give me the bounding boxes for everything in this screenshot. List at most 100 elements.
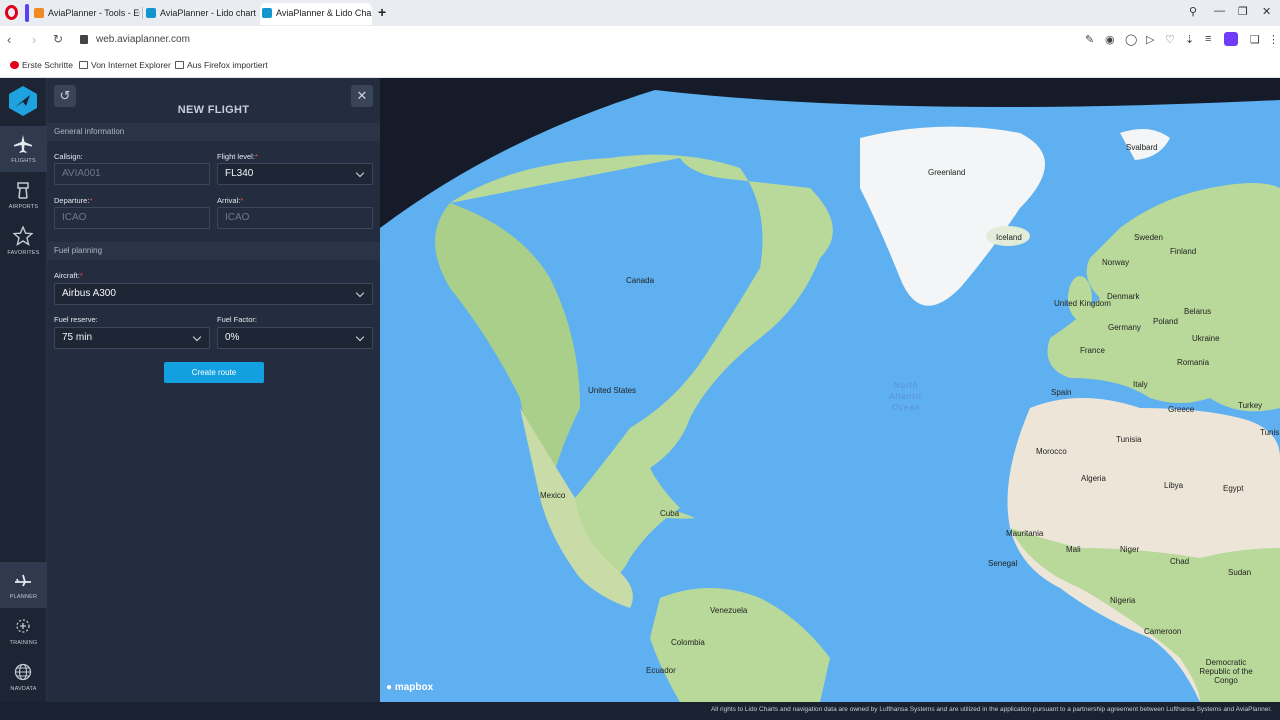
sidebar-item-label: FLIGHTS bbox=[11, 158, 36, 164]
sidebar-item-label: AIRPORTS bbox=[8, 204, 39, 210]
plane-icon bbox=[14, 135, 32, 153]
sidebar-item-planner[interactable]: PLANNER bbox=[0, 562, 47, 608]
sidebar-item-flights[interactable]: FLIGHTS bbox=[0, 126, 47, 172]
ocean-label: North Atlantic Ocean bbox=[888, 381, 924, 412]
tab-label: AviaPlanner - Lido charts bbox=[160, 8, 256, 18]
training-icon bbox=[16, 619, 30, 633]
section-fuel-planning: Fuel planning bbox=[47, 242, 380, 260]
map-view[interactable]: Svalbard Greenland Iceland Sweden Finlan… bbox=[380, 78, 1280, 702]
tab-active[interactable]: AviaPlanner & Lido Charts bbox=[260, 3, 372, 25]
sidebar-item-favorites[interactable]: FAVORITES bbox=[0, 218, 47, 264]
download-icon[interactable]: ⇣ bbox=[1185, 33, 1194, 46]
back-icon[interactable]: ‹ bbox=[7, 32, 11, 47]
fuel-reserve-value: 75 min bbox=[62, 332, 93, 343]
airport-tower-icon bbox=[17, 182, 29, 199]
aviaplanner-logo-icon[interactable] bbox=[9, 86, 37, 116]
map-label: Ecuador bbox=[646, 666, 676, 675]
map-canvas bbox=[380, 90, 1280, 702]
extensions-icon[interactable]: ❏ bbox=[1250, 33, 1260, 46]
sidebar-item-label: FAVORITES bbox=[7, 250, 40, 256]
bookmark-label: Erste Schritte bbox=[22, 60, 74, 70]
tab-search-icon[interactable]: ⚲ bbox=[1189, 5, 1197, 18]
bookmark-item[interactable]: Erste Schritte bbox=[10, 60, 73, 70]
bookmark-folder[interactable]: Aus Firefox importiert bbox=[175, 60, 268, 70]
new-tab-button[interactable]: + bbox=[378, 4, 386, 20]
departure-input[interactable]: ICAO bbox=[54, 207, 210, 229]
map-label: Chad bbox=[1170, 557, 1190, 566]
map-label: Algeria bbox=[1081, 474, 1106, 483]
url-field[interactable]: web.aviaplanner.com bbox=[96, 34, 190, 45]
arrival-placeholder: ICAO bbox=[225, 212, 250, 223]
map-label: Spain bbox=[1051, 388, 1072, 397]
play-icon[interactable]: ▷ bbox=[1146, 33, 1154, 46]
map-label: Poland bbox=[1153, 317, 1178, 326]
bookmark-folder[interactable]: Von Internet Explorer bbox=[79, 60, 171, 70]
minimize-icon[interactable]: — bbox=[1214, 5, 1225, 17]
map-label: Sudan bbox=[1228, 568, 1252, 577]
fuel-factor-value: 0% bbox=[225, 332, 240, 343]
tab-favicon-icon bbox=[146, 8, 156, 18]
map-label: Mali bbox=[1066, 545, 1081, 554]
attribution-text: All rights to Lido Charts and navigation… bbox=[710, 706, 1272, 713]
map-label: Turkey bbox=[1238, 401, 1263, 410]
tab-lido-charts[interactable]: AviaPlanner - Lido charts bbox=[144, 3, 256, 25]
map-label: Cameroon bbox=[1144, 627, 1182, 636]
callsign-label: Callsign: bbox=[54, 152, 83, 161]
map-label: France bbox=[1080, 346, 1105, 355]
map-label: United Kingdom bbox=[1054, 299, 1111, 308]
menu-icon[interactable]: ≡ bbox=[1205, 33, 1211, 45]
map-label: Senegal bbox=[988, 559, 1018, 568]
map-label: Venezuela bbox=[710, 606, 748, 615]
fuel-factor-label: Fuel Factor: bbox=[217, 315, 258, 324]
aviaplanner-app: FLIGHTS AIRPORTS FAVORITES PLANNER TRAIN… bbox=[0, 78, 1280, 720]
forward-icon[interactable]: › bbox=[32, 32, 36, 47]
mapbox-logo[interactable]: ● mapbox bbox=[386, 682, 433, 693]
departure-label: Departure:* bbox=[54, 196, 93, 205]
departure-placeholder: ICAO bbox=[62, 212, 87, 223]
reload-icon[interactable]: ↻ bbox=[53, 32, 63, 46]
edit-icon[interactable]: ✎ bbox=[1085, 33, 1094, 46]
map-label: Ukraine bbox=[1192, 334, 1220, 343]
more-icon[interactable]: ⋮ bbox=[1268, 33, 1279, 46]
map-label: Denmark bbox=[1107, 292, 1140, 301]
map-label: Italy bbox=[1133, 380, 1148, 389]
map-label: Norway bbox=[1102, 258, 1130, 267]
map-label: Greenland bbox=[928, 168, 966, 177]
map-label: Democratic Republic of the Congo bbox=[1199, 658, 1253, 685]
sidebar-item-training[interactable]: TRAINING bbox=[0, 608, 47, 654]
section-general-information: General information bbox=[47, 123, 380, 141]
tab-tools[interactable]: AviaPlanner - Tools - Euler bbox=[32, 3, 140, 25]
sidebar-item-navdata[interactable]: NAVDATA bbox=[0, 654, 47, 700]
sidebar-item-label: TRAINING bbox=[9, 640, 38, 646]
map-label: Niger bbox=[1120, 545, 1140, 554]
camera-icon[interactable]: ◉ bbox=[1105, 33, 1115, 46]
heart-icon[interactable]: ♡ bbox=[1165, 33, 1175, 46]
flight-level-value: FL340 bbox=[225, 168, 254, 179]
chevron-down-icon bbox=[192, 332, 202, 342]
tab-label: AviaPlanner - Tools - Euler bbox=[48, 8, 140, 18]
address-bar-row: ‹ › ↻ web.aviaplanner.com ✎ ◉ ◯ ▷ ♡ ⇣ ≡ … bbox=[0, 26, 1280, 54]
fuel-reserve-select[interactable]: 75 min bbox=[54, 327, 210, 349]
map-label: Romania bbox=[1177, 358, 1210, 367]
map-label: Greece bbox=[1168, 405, 1195, 414]
map-label: Mauritania bbox=[1006, 529, 1044, 538]
sidebar-item-airports[interactable]: AIRPORTS bbox=[0, 172, 47, 218]
callsign-placeholder: AVIA001 bbox=[62, 168, 101, 179]
create-route-button[interactable]: Create route bbox=[164, 362, 264, 383]
arrival-label: Arrival:* bbox=[217, 196, 244, 205]
close-window-icon[interactable]: ✕ bbox=[1262, 5, 1271, 18]
chevron-down-icon bbox=[355, 288, 365, 298]
flight-level-select[interactable]: FL340 bbox=[217, 163, 373, 185]
aircraft-select[interactable]: Airbus A300 bbox=[54, 283, 373, 305]
lock-icon bbox=[80, 35, 88, 44]
tab-label: AviaPlanner & Lido Charts bbox=[276, 8, 372, 18]
arrival-input[interactable]: ICAO bbox=[217, 207, 373, 229]
maximize-icon[interactable]: ❐ bbox=[1238, 5, 1248, 18]
shield-icon[interactable]: ◯ bbox=[1125, 33, 1137, 46]
tab-favicon-icon bbox=[34, 8, 44, 18]
map-label: Tunisia bbox=[1116, 435, 1142, 444]
fuel-factor-select[interactable]: 0% bbox=[217, 327, 373, 349]
profile-avatar[interactable] bbox=[1224, 32, 1238, 46]
opera-logo-icon[interactable] bbox=[5, 5, 18, 20]
callsign-input[interactable]: AVIA001 bbox=[54, 163, 210, 185]
